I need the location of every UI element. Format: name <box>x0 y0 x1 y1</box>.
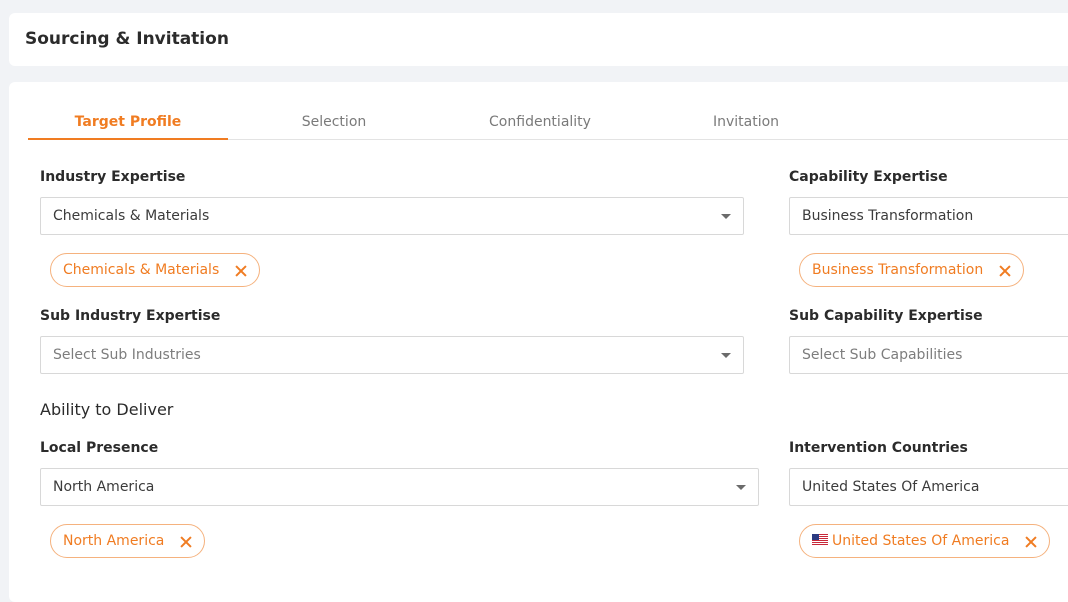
capability-chip: Business Transformation <box>799 253 1025 287</box>
sub-capability-label: Sub Capability Expertise <box>789 308 983 324</box>
chevron-down-icon <box>721 214 731 219</box>
local-presence-chip-label: North America <box>63 533 165 549</box>
capability-expertise-label: Capability Expertise <box>789 169 948 185</box>
industry-expertise-select[interactable]: Chemicals & Materials <box>40 197 744 235</box>
local-presence-select[interactable]: North America <box>40 468 759 506</box>
industry-expertise-value: Chemicals & Materials <box>53 208 210 224</box>
capability-expertise-value: Business Transformation <box>802 208 974 224</box>
capability-expertise-select[interactable]: Business Transformation <box>789 197 1068 235</box>
local-presence-value: North America <box>53 479 155 495</box>
intervention-countries-label: Intervention Countries <box>789 440 968 456</box>
sub-industry-label: Sub Industry Expertise <box>40 308 221 324</box>
tab-target-profile[interactable]: Target Profile <box>28 112 228 140</box>
main-card: Target Profile Selection Confidentiality… <box>9 82 1068 602</box>
intervention-chip: United States Of America <box>799 524 1051 558</box>
industry-chip: Chemicals & Materials <box>50 253 261 287</box>
local-presence-chip: North America <box>50 524 206 558</box>
capability-chip-label: Business Transformation <box>812 262 984 278</box>
chevron-down-icon <box>721 353 731 358</box>
intervention-countries-select[interactable]: United States Of America <box>789 468 1068 506</box>
tab-invitation[interactable]: Invitation <box>646 112 846 139</box>
industry-chip-label: Chemicals & Materials <box>63 262 220 278</box>
tab-confidentiality[interactable]: Confidentiality <box>440 112 640 139</box>
ability-to-deliver-heading: Ability to Deliver <box>40 400 174 419</box>
industry-expertise-label: Industry Expertise <box>40 169 186 185</box>
header-card: Sourcing & Invitation <box>9 13 1068 66</box>
tab-bar: Target Profile Selection Confidentiality… <box>28 112 1068 140</box>
intervention-countries-value: United States Of America <box>802 479 980 495</box>
close-icon[interactable] <box>1025 536 1037 548</box>
sub-industry-select[interactable]: Select Sub Industries <box>40 336 744 374</box>
page-title: Sourcing & Invitation <box>25 29 229 49</box>
close-icon[interactable] <box>180 536 192 548</box>
us-flag-icon <box>812 534 828 546</box>
sub-industry-placeholder: Select Sub Industries <box>53 347 201 363</box>
local-presence-label: Local Presence <box>40 440 159 456</box>
intervention-chip-label: United States Of America <box>832 533 1010 549</box>
sub-capability-select[interactable]: Select Sub Capabilities <box>789 336 1068 374</box>
close-icon[interactable] <box>235 265 247 277</box>
close-icon[interactable] <box>999 265 1011 277</box>
sub-capability-placeholder: Select Sub Capabilities <box>802 347 963 363</box>
tab-selection[interactable]: Selection <box>234 112 434 139</box>
chevron-down-icon <box>736 485 746 490</box>
